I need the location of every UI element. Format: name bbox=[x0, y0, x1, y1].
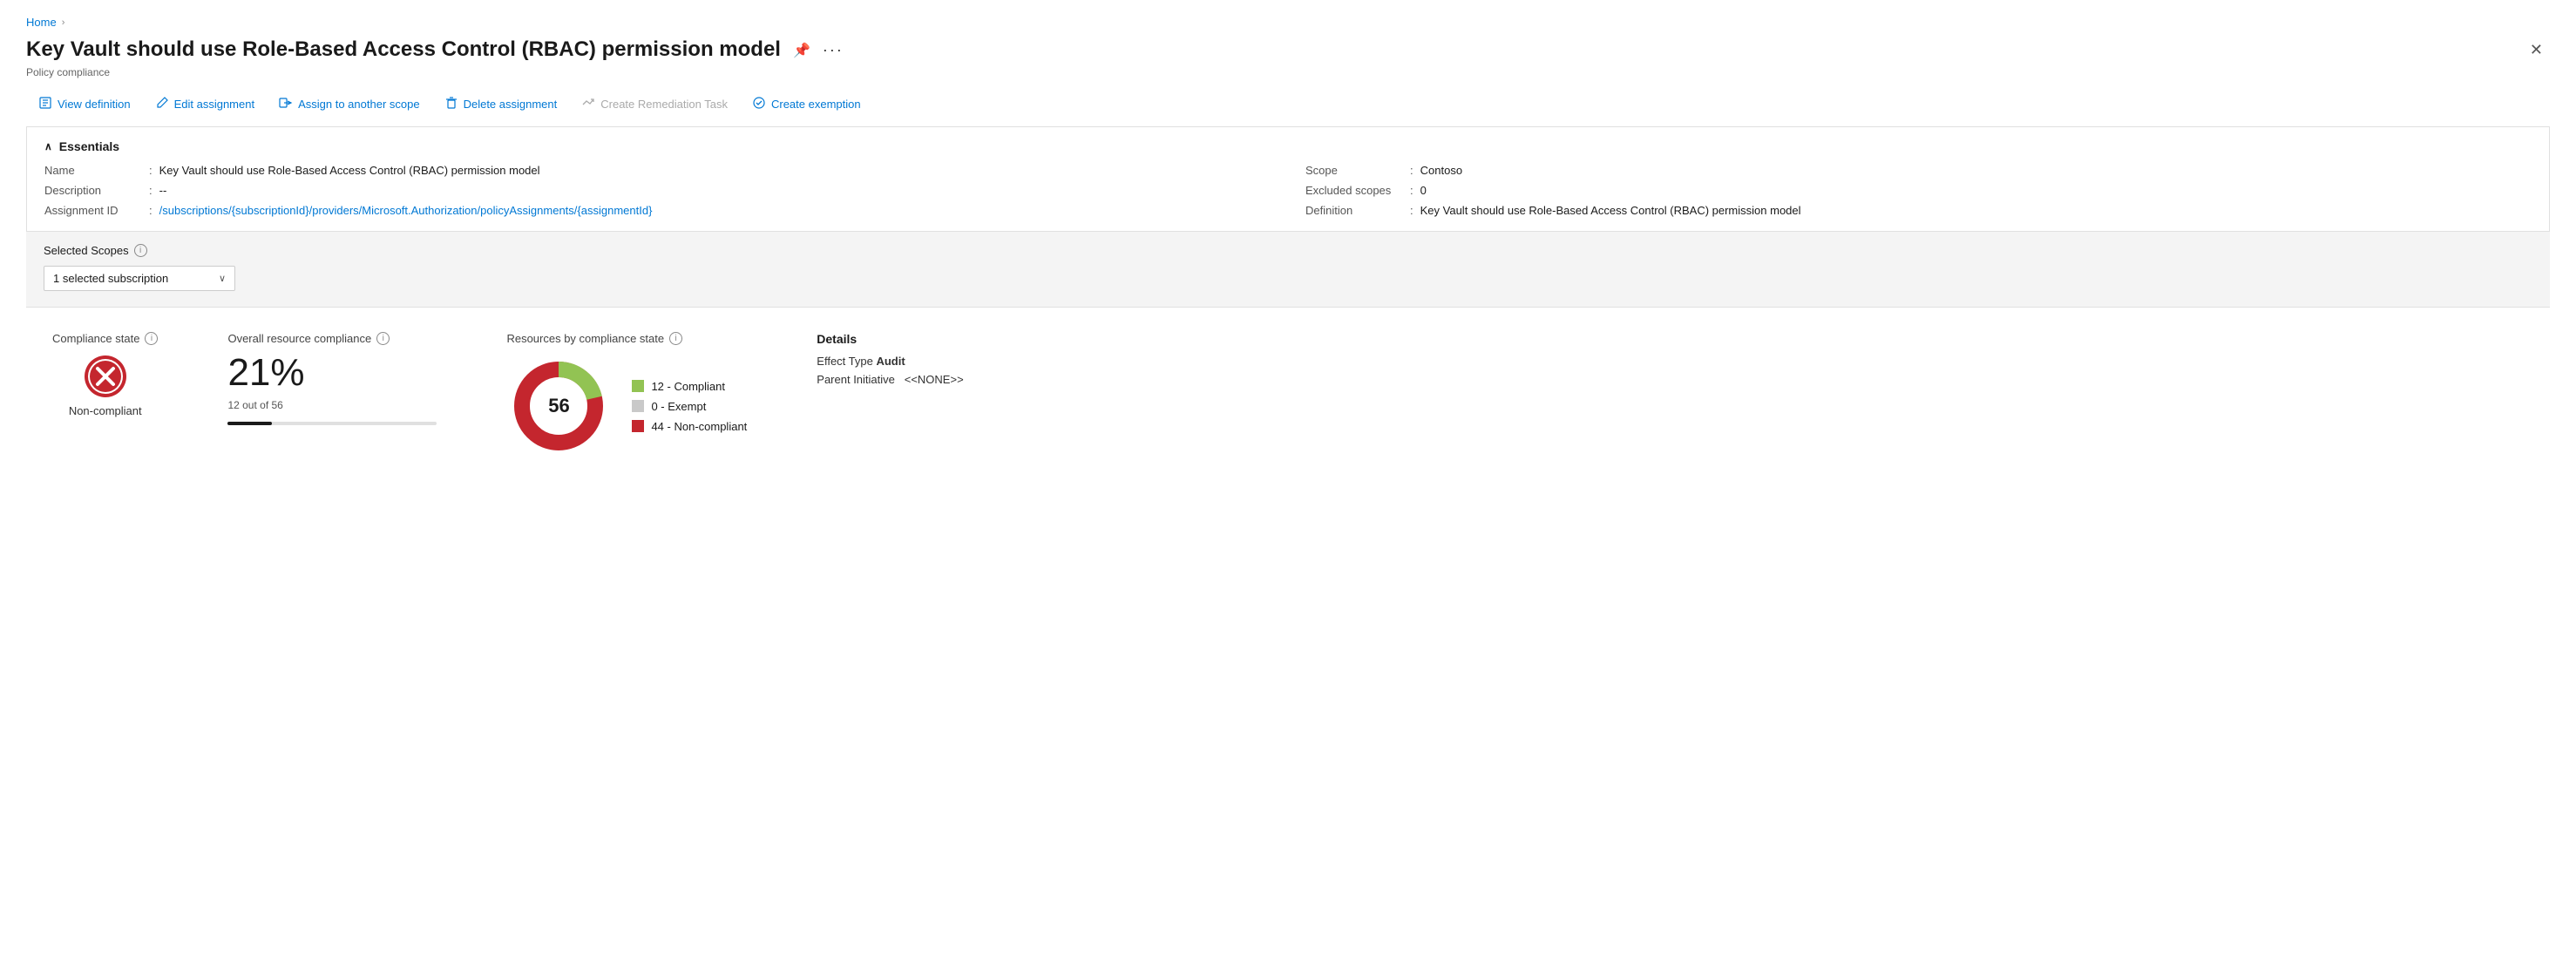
breadcrumb-separator: › bbox=[62, 17, 65, 28]
details-title: Details bbox=[817, 332, 963, 346]
excluded-scopes-value: 0 bbox=[1420, 184, 1427, 197]
scopes-label: Selected Scopes bbox=[44, 244, 129, 257]
legend-compliant-color bbox=[632, 380, 644, 392]
donut-legend: 12 - Compliant 0 - Exempt 44 - Non-compl… bbox=[632, 380, 747, 433]
scope-label: Scope bbox=[1305, 164, 1410, 177]
excluded-scopes-label: Excluded scopes bbox=[1305, 184, 1410, 197]
resources-by-state-title: Resources by compliance state bbox=[506, 332, 664, 345]
description-value: -- bbox=[159, 184, 167, 197]
resources-by-state-info-icon[interactable]: i bbox=[669, 332, 682, 345]
donut-center-value: 56 bbox=[548, 395, 569, 417]
description-label: Description bbox=[44, 184, 149, 197]
compliance-state-label: Non-compliant bbox=[69, 404, 142, 417]
name-label: Name bbox=[44, 164, 149, 177]
effect-type-label: Effect Type bbox=[817, 355, 873, 368]
pin-icon[interactable]: 📌 bbox=[793, 42, 810, 59]
definition-value: Key Vault should use Role-Based Access C… bbox=[1420, 204, 1801, 217]
create-remediation-task-label: Create Remediation Task bbox=[600, 98, 728, 111]
view-definition-label: View definition bbox=[58, 98, 131, 111]
compliance-percentage: 21% bbox=[227, 354, 437, 392]
scope-dropdown-value: 1 selected subscription bbox=[53, 272, 168, 285]
edit-assignment-label: Edit assignment bbox=[174, 98, 255, 111]
details-card: Details Effect Type Audit Parent Initiat… bbox=[817, 332, 963, 386]
essentials-scope-row: Scope : Contoso bbox=[1305, 164, 2532, 177]
create-remediation-task-button[interactable]: Create Remediation Task bbox=[569, 91, 740, 118]
compliance-state-title: Compliance state bbox=[52, 332, 139, 345]
assign-to-another-scope-button[interactable]: Assign to another scope bbox=[267, 91, 431, 118]
edit-assignment-button[interactable]: Edit assignment bbox=[143, 91, 268, 118]
essentials-header[interactable]: ∧ Essentials bbox=[44, 139, 2532, 153]
assign-to-another-scope-label: Assign to another scope bbox=[298, 98, 419, 111]
essentials-definition-row: Definition : Key Vault should use Role-B… bbox=[1305, 204, 2532, 217]
edit-icon bbox=[155, 96, 169, 112]
remediation-icon bbox=[581, 96, 595, 112]
resources-by-state-card: Resources by compliance state i bbox=[506, 332, 747, 458]
name-value: Key Vault should use Role-Based Access C… bbox=[159, 164, 540, 177]
essentials-excluded-scopes-row: Excluded scopes : 0 bbox=[1305, 184, 2532, 197]
non-compliant-icon bbox=[83, 354, 128, 399]
essentials-description-row: Description : -- bbox=[44, 184, 1271, 197]
metrics-section: Compliance state i Non-compliant Overall… bbox=[26, 308, 2550, 484]
more-options-icon[interactable]: ··· bbox=[823, 41, 844, 59]
close-button[interactable]: ✕ bbox=[2523, 37, 2550, 63]
definition-label: Definition bbox=[1305, 204, 1410, 217]
scope-value: Contoso bbox=[1420, 164, 1462, 177]
create-exemption-label: Create exemption bbox=[771, 98, 861, 111]
essentials-name-row: Name : Key Vault should use Role-Based A… bbox=[44, 164, 1271, 177]
essentials-chevron: ∧ bbox=[44, 140, 52, 152]
page-subtitle: Policy compliance bbox=[26, 66, 2550, 78]
assignment-id-value[interactable]: /subscriptions/{subscriptionId}/provider… bbox=[159, 204, 653, 217]
toolbar: View definition Edit assignment Assign t… bbox=[26, 91, 2550, 127]
parent-initiative-value: <<NONE>> bbox=[905, 373, 964, 386]
compliance-state-info-icon[interactable]: i bbox=[145, 332, 158, 345]
legend-exempt: 0 - Exempt bbox=[632, 400, 747, 413]
view-definition-button[interactable]: View definition bbox=[26, 91, 143, 118]
exemption-icon bbox=[752, 96, 766, 112]
legend-non-compliant: 44 - Non-compliant bbox=[632, 420, 747, 433]
compliance-fraction: 12 out of 56 bbox=[227, 399, 437, 411]
assignment-id-label: Assignment ID bbox=[44, 204, 149, 217]
parent-initiative-row: Parent Initiative <<NONE>> bbox=[817, 373, 963, 386]
essentials-section: ∧ Essentials Name : Key Vault should use… bbox=[26, 127, 2550, 232]
overall-compliance-card: Overall resource compliance i 21% 12 out… bbox=[227, 332, 437, 425]
parent-initiative-label: Parent Initiative bbox=[817, 373, 895, 386]
effect-type-value: Audit bbox=[876, 355, 905, 368]
scopes-info-icon[interactable]: i bbox=[134, 244, 147, 257]
delete-assignment-label: Delete assignment bbox=[464, 98, 558, 111]
assign-scope-icon bbox=[279, 96, 293, 112]
legend-exempt-color bbox=[632, 400, 644, 412]
overall-compliance-title: Overall resource compliance bbox=[227, 332, 371, 345]
legend-compliant-label: 12 - Compliant bbox=[651, 380, 725, 393]
create-exemption-button[interactable]: Create exemption bbox=[740, 91, 873, 118]
compliance-progress-bar bbox=[227, 422, 437, 425]
essentials-assignment-id-row: Assignment ID : /subscriptions/{subscrip… bbox=[44, 204, 1271, 217]
effect-type-row: Effect Type Audit bbox=[817, 355, 963, 368]
compliance-state-card: Compliance state i Non-compliant bbox=[52, 332, 158, 417]
donut-chart: 56 bbox=[506, 354, 611, 458]
breadcrumb-home[interactable]: Home bbox=[26, 16, 57, 29]
delete-assignment-button[interactable]: Delete assignment bbox=[432, 91, 570, 118]
essentials-title: Essentials bbox=[59, 139, 119, 153]
scope-dropdown[interactable]: 1 selected subscription ∨ bbox=[44, 266, 235, 291]
compliance-progress-fill bbox=[227, 422, 271, 425]
legend-non-compliant-label: 44 - Non-compliant bbox=[651, 420, 747, 433]
legend-non-compliant-color bbox=[632, 420, 644, 432]
view-definition-icon bbox=[38, 96, 52, 112]
scopes-section: Selected Scopes i 1 selected subscriptio… bbox=[26, 232, 2550, 308]
breadcrumb: Home › bbox=[26, 16, 2550, 29]
legend-exempt-label: 0 - Exempt bbox=[651, 400, 706, 413]
legend-compliant: 12 - Compliant bbox=[632, 380, 747, 393]
overall-compliance-info-icon[interactable]: i bbox=[376, 332, 390, 345]
scope-dropdown-arrow: ∨ bbox=[219, 273, 226, 284]
page-title: Key Vault should use Role-Based Access C… bbox=[26, 37, 781, 63]
delete-icon bbox=[444, 96, 458, 112]
